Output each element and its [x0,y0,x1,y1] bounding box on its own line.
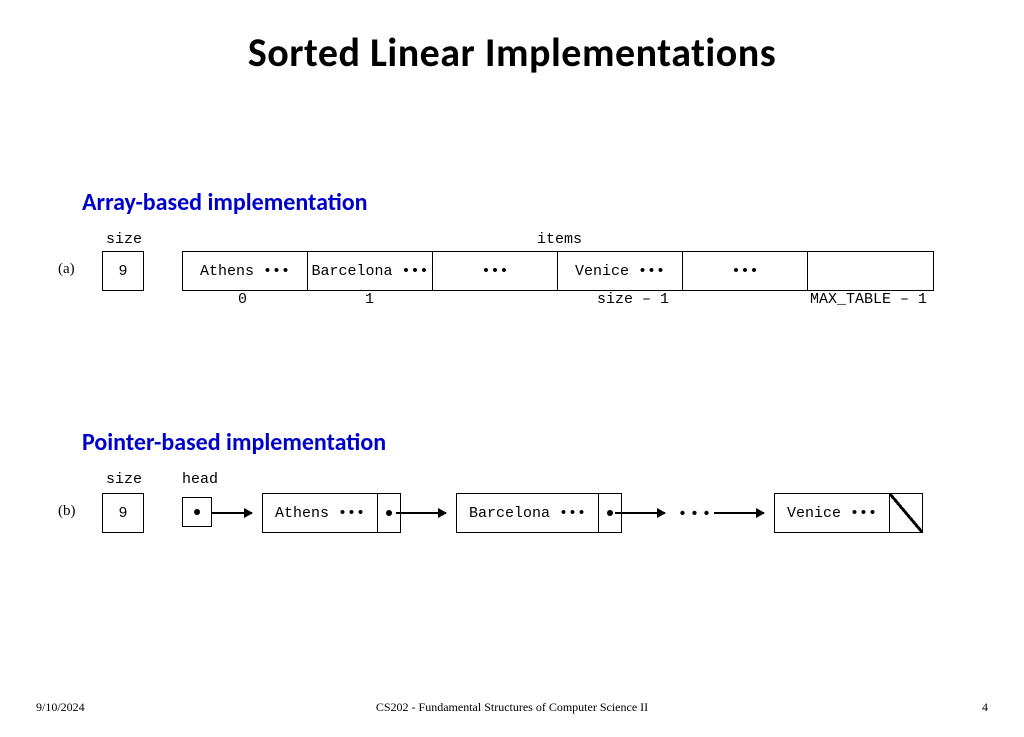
section-b-heading: Pointer-based implementation [82,428,1024,457]
node-data: Venice ••• [775,494,890,532]
array-diagram: size items (a) 9 Athens ••• Barcelona ••… [82,231,1024,311]
node-data: Barcelona ••• [457,494,599,532]
footer-date: 9/10/2024 [36,700,85,715]
size-box-a: 9 [102,251,144,291]
array-cells: Athens ••• Barcelona ••• ••• Venice ••• … [182,251,934,291]
arrow-icon [396,512,446,514]
array-index: 0 [238,291,247,308]
array-index: 1 [365,291,374,308]
size-box-b: 9 [102,493,144,533]
pointer-dot-icon [386,510,392,516]
items-label: items [537,231,582,248]
array-cell: ••• [683,252,808,290]
diagram-marker-b: (b) [58,503,76,520]
array-cell: Barcelona ••• [308,252,433,290]
head-label: head [182,471,218,488]
node-null-pointer [890,494,922,532]
array-implementation-section: Array-based implementation size items (a… [0,188,1024,311]
array-index: size – 1 [597,291,669,308]
slide-title: Sorted Linear Implementations [0,28,1024,77]
ellipsis-gap: ••• [678,506,714,523]
array-cell: Athens ••• [183,252,308,290]
node-data: Athens ••• [263,494,378,532]
arrow-icon [212,512,252,514]
arrow-icon [615,512,665,514]
linked-list-diagram: size head (b) 9 Athens ••• Barcelona •••… [82,471,1024,551]
pointer-dot-icon [607,510,613,516]
section-a-heading: Array-based implementation [82,188,1024,217]
slide-footer: 9/10/2024 CS202 - Fundamental Structures… [0,700,1024,715]
list-node: Athens ••• [262,493,401,533]
diagram-marker-a: (a) [58,261,75,278]
size-label-a: size [106,231,142,248]
list-node: Barcelona ••• [456,493,622,533]
pointer-dot-icon [194,509,200,515]
arrow-icon [714,512,764,514]
array-index: MAX_TABLE – 1 [810,291,927,308]
array-cell [808,252,933,290]
footer-page-number: 4 [982,700,988,715]
list-node: Venice ••• [774,493,923,533]
pointer-implementation-section: Pointer-based implementation size head (… [0,428,1024,551]
size-label-b: size [106,471,142,488]
array-cell: Venice ••• [558,252,683,290]
head-pointer-box [182,497,212,527]
array-cell: ••• [433,252,558,290]
footer-course: CS202 - Fundamental Structures of Comput… [376,700,648,715]
